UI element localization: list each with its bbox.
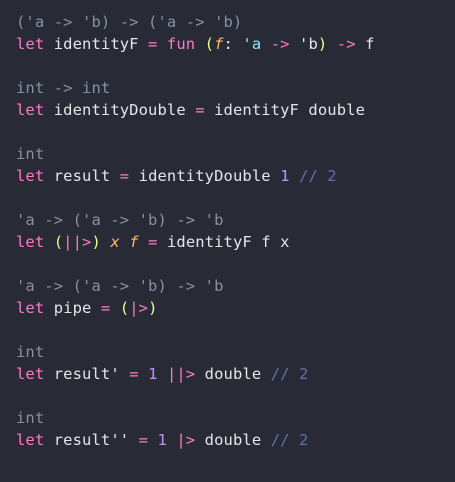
token-plain: identityDouble [129,167,281,185]
type-signature-hint: 'a -> ('a -> 'b) -> 'b [16,209,455,231]
token-plain: double [195,431,262,449]
token-plain: : [223,35,243,53]
token-op: = [195,101,205,119]
token-paren: ) [317,35,328,53]
token-sig: int [16,343,45,361]
token-op: |> [129,299,149,317]
token-op: = [119,167,130,185]
token-comment: // 2 [261,431,309,449]
token-paren: ( [204,35,215,53]
token-plain: result' [44,365,130,383]
token-comment: // 2 [261,365,309,383]
token-sig: int [16,145,45,163]
token-kw: let [16,431,45,449]
token-kw: let [16,233,45,251]
token-sig: int -> int [16,79,111,97]
token-kw: fun [166,35,196,53]
token-paren: ( [119,299,130,317]
token-op: |> [176,431,196,449]
token-sig: ('a -> 'b) -> ('a -> 'b) [16,13,243,31]
token-sig: 'a -> ('a -> 'b) -> 'b [16,211,224,229]
type-signature-hint: int [16,143,455,165]
token-ital: x [110,233,120,251]
token-tv: 'a [242,35,262,53]
token-paren: ) [91,233,101,251]
type-signature-hint: int -> int [16,77,455,99]
token-ital: f [129,233,139,251]
token-kw: let [16,101,45,119]
type-signature-hint: int [16,341,455,363]
code-line[interactable]: let result' = 1 ||> double // 2 [16,363,455,385]
token-plain: double [195,365,262,383]
token-num: 1 [157,431,167,449]
token-ital: f [214,35,224,53]
token-op: ||> [63,233,92,251]
token-plain: result'' [44,431,139,449]
token-plain: identityDouble [44,101,196,119]
code-editor[interactable]: ('a -> 'b) -> ('a -> 'b) let identityF = … [0,0,455,482]
token-op: = [138,431,149,449]
code-line[interactable]: let identityDouble = identityF double [16,99,455,121]
token-plain: 'b [289,35,318,53]
token-kw: let [16,299,45,317]
token-op: ||> [166,365,196,383]
token-paren: ( [53,233,64,251]
token-plain: pipe [44,299,101,317]
token-op: = [100,299,111,317]
token-plain: identityF [44,35,149,53]
token-sig: 'a -> ('a -> 'b) -> 'b [16,277,224,295]
token-num: 1 [148,365,158,383]
token-op: -> [336,35,356,53]
code-line[interactable]: let (||>) x f = identityF f x [16,231,455,253]
token-plain: result [44,167,120,185]
token-plain: identityF double [204,101,365,119]
token-op: = [129,365,139,383]
token-comment: // 2 [289,167,337,185]
token-op: -> [270,35,290,53]
type-signature-hint: 'a -> ('a -> 'b) -> 'b [16,275,455,297]
type-signature-hint: int [16,407,455,429]
code-line[interactable]: let pipe = (|>) [16,297,455,319]
token-op: = [148,233,158,251]
code-line[interactable]: let result = identityDouble 1 // 2 [16,165,455,187]
token-paren: ) [148,299,158,317]
token-num: 1 [280,167,290,185]
token-kw: let [16,365,45,383]
token-plain: f [355,35,375,53]
code-line[interactable]: let identityF = fun (f: 'a -> 'b) -> f [16,33,455,55]
token-sig: int [16,409,45,427]
token-kw: let [16,35,45,53]
token-kw: let [16,167,45,185]
type-signature-hint: ('a -> 'b) -> ('a -> 'b) [16,11,455,33]
code-line[interactable]: let result'' = 1 |> double // 2 [16,429,455,451]
token-plain: identityF f x [157,233,290,251]
